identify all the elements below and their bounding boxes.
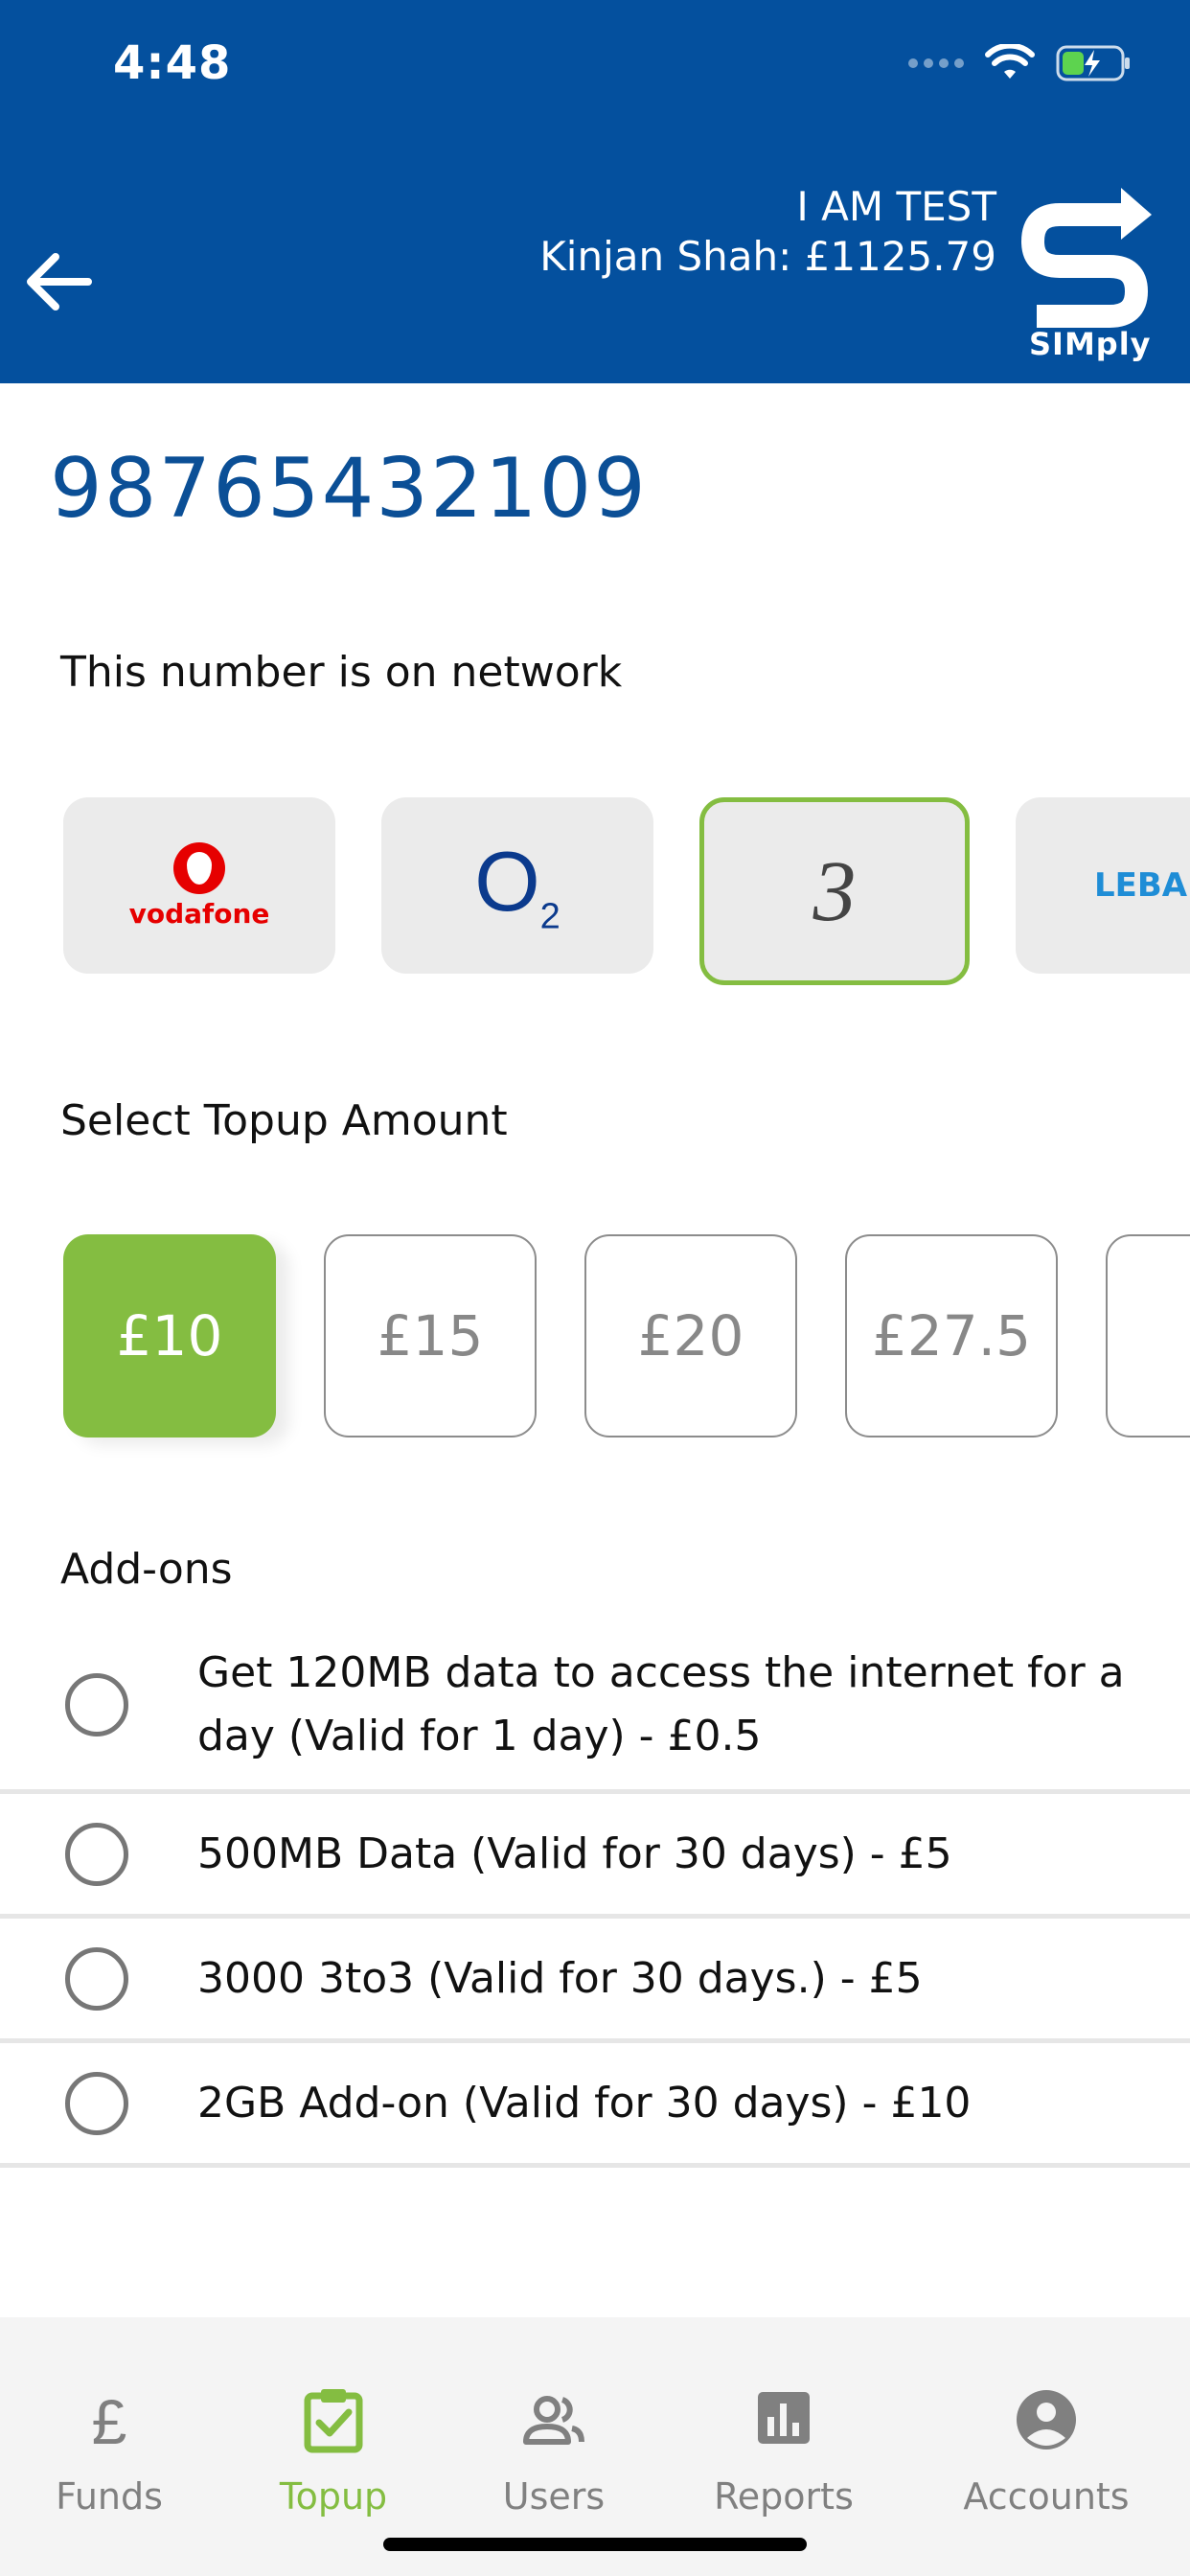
bar-chart-icon	[758, 2392, 810, 2444]
radio-button[interactable]	[65, 1822, 128, 1886]
addon-label: 2GB Add-on (Valid for 30 days) - £10	[197, 2078, 972, 2128]
home-indicator	[383, 2538, 807, 2551]
tab-users[interactable]: Users	[458, 2386, 650, 2518]
tab-label: Reports	[714, 2475, 854, 2518]
amount-option[interactable]: £10	[63, 1234, 276, 1438]
app-header: 4:48 I AM TEST Kinjan Shah: £1125.79 SIM…	[0, 0, 1190, 383]
cellular-signal-icon	[908, 58, 964, 68]
tab-funds[interactable]: £ Funds	[13, 2386, 205, 2518]
vodafone-logo-icon: vodafone	[129, 841, 269, 930]
clipboard-check-icon	[304, 2389, 363, 2453]
network-list: vodafone O2 3 LEBAR	[63, 797, 1190, 985]
topup-screen: 4:48 I AM TEST Kinjan Shah: £1125.79 SIM…	[0, 0, 1190, 2576]
svg-text:£: £	[92, 2386, 127, 2453]
logo-text: SIMply	[1029, 326, 1152, 362]
wifi-icon	[985, 44, 1035, 79]
tab-label: Accounts	[963, 2475, 1130, 2518]
back-arrow-icon[interactable]	[21, 243, 98, 320]
battery-charging-icon	[1056, 45, 1130, 81]
pound-icon: £	[92, 2386, 127, 2457]
tab-label: Users	[502, 2475, 606, 2518]
status-icons	[908, 42, 1133, 84]
network-card-lebara[interactable]: LEBAR	[1016, 797, 1190, 974]
lebara-logo-icon: LEBAR	[1094, 866, 1190, 905]
amount-option[interactable]: £20	[584, 1234, 797, 1438]
addon-label: Get 120MB data to access the internet fo…	[197, 1647, 1125, 1760]
amount-option[interactable]: £27.5	[845, 1234, 1058, 1438]
three-logo-icon: 3	[812, 843, 857, 939]
amount-list: £10 £15 £20 £27.5 £	[63, 1234, 1190, 1438]
amount-section-title: Select Topup Amount	[60, 1096, 508, 1145]
amount-option[interactable]: £	[1106, 1234, 1190, 1438]
phone-number: 98765432109	[50, 441, 648, 537]
tab-label: Topup	[279, 2475, 388, 2518]
radio-button[interactable]	[65, 2071, 128, 2135]
account-name: I AM TEST	[796, 183, 996, 230]
addons-list: Get 120MB data to access the internet fo…	[0, 1620, 1190, 2168]
account-circle-icon	[1017, 2390, 1076, 2450]
network-card-o2[interactable]: O2	[381, 797, 653, 974]
addon-label: 3000 3to3 (Valid for 30 days.) - £5	[197, 1953, 923, 2003]
network-card-three[interactable]: 3	[699, 797, 970, 985]
radio-button[interactable]	[65, 1672, 128, 1736]
tab-label: Funds	[56, 2475, 163, 2518]
addon-item[interactable]: 3000 3to3 (Valid for 30 days.) - £5	[0, 1919, 1190, 2043]
network-section-title: This number is on network	[60, 648, 623, 697]
users-icon	[523, 2396, 584, 2445]
addon-label: 500MB Data (Valid for 30 days) - £5	[197, 1828, 952, 1878]
addons-section-title: Add-ons	[60, 1545, 233, 1594]
tab-topup[interactable]: Topup	[238, 2386, 429, 2518]
account-balance: Kinjan Shah: £1125.79	[539, 233, 996, 280]
radio-button[interactable]	[65, 1946, 128, 2011]
amount-option[interactable]: £15	[324, 1234, 537, 1438]
tab-reports[interactable]: Reports	[688, 2386, 880, 2518]
addon-item[interactable]: 2GB Add-on (Valid for 30 days) - £10	[0, 2043, 1190, 2168]
network-card-vodafone[interactable]: vodafone	[63, 797, 335, 974]
addon-item[interactable]: Get 120MB data to access the internet fo…	[0, 1620, 1190, 1794]
addon-item[interactable]: 500MB Data (Valid for 30 days) - £5	[0, 1794, 1190, 1919]
tab-accounts[interactable]: Accounts	[950, 2386, 1142, 2518]
account-info: I AM TEST Kinjan Shah: £1125.79	[539, 182, 996, 282]
o2-logo-icon: O2	[474, 834, 561, 937]
status-time: 4:48	[113, 36, 232, 90]
